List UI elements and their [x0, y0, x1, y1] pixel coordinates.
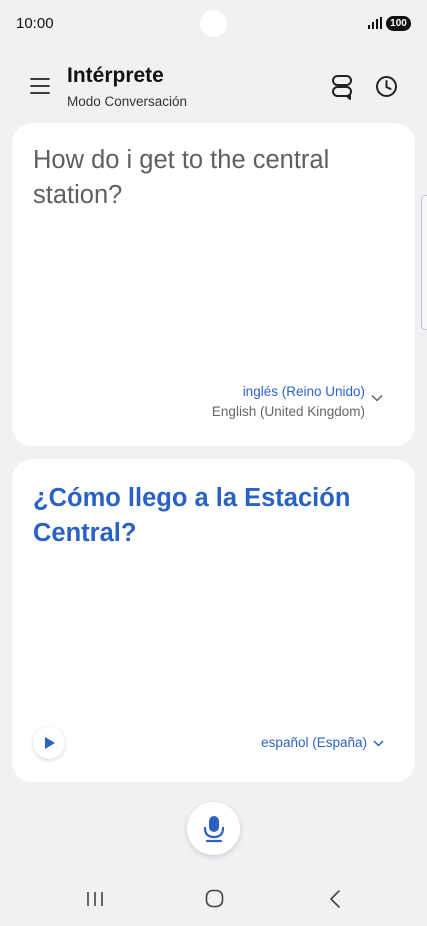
target-language-selector[interactable]: español (España) [261, 735, 367, 750]
mic-button[interactable] [187, 802, 240, 855]
target-card[interactable]: ¿Cómo llego a la Estación Central? españ… [12, 459, 415, 782]
camera-cutout [200, 10, 227, 37]
conversation-icon[interactable] [330, 74, 354, 100]
source-language-selector[interactable]: inglés (Reino Unido) English (United Kin… [212, 382, 365, 422]
source-card[interactable]: How do i get to the central station? ing… [12, 123, 415, 446]
chevron-down-icon[interactable] [371, 394, 383, 402]
play-icon [45, 737, 55, 749]
edge-panel-handle[interactable] [421, 195, 427, 330]
signal-icon [368, 17, 382, 29]
page-title: Intérprete [67, 64, 164, 87]
status-bar: 10:00 100 [0, 0, 427, 50]
history-icon[interactable] [375, 75, 398, 98]
source-language-english: English (United Kingdom) [211, 404, 365, 419]
menu-icon[interactable] [30, 76, 52, 96]
microphone-icon [203, 816, 225, 843]
translated-text: ¿Cómo llego a la Estación Central? [33, 484, 351, 547]
recents-icon[interactable] [86, 890, 104, 908]
play-button[interactable] [33, 727, 65, 759]
back-icon[interactable] [328, 889, 342, 909]
source-text: How do i get to the central station? [33, 146, 330, 209]
status-time: 10:00 [16, 15, 54, 32]
chevron-down-icon[interactable] [373, 740, 384, 747]
page-subtitle: Modo Conversación [67, 94, 188, 109]
source-language-native: inglés (Reino Unido) [242, 384, 365, 399]
home-icon[interactable] [205, 889, 224, 908]
battery-icon: 100 [386, 16, 411, 31]
